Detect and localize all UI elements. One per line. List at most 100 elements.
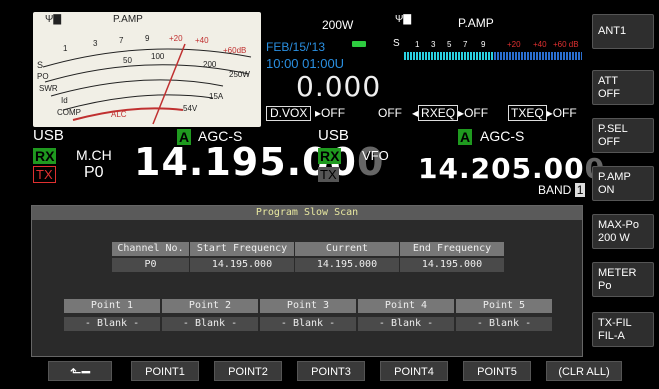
sub-mode: USB: [318, 127, 349, 144]
sub-s-bar-cyan: [404, 52, 494, 60]
vfo-label: VFO: [362, 148, 389, 163]
point5-button[interactable]: POINT5: [463, 361, 531, 381]
meter-tick: 54V: [183, 104, 198, 113]
meter-tick: 1: [63, 44, 68, 53]
sub-s-tick: 7: [463, 40, 468, 49]
meter-label-s: S: [37, 60, 44, 70]
txeq-toggle[interactable]: TXEQ ▸OFF: [508, 105, 577, 121]
cell-point-1[interactable]: - Blank -: [64, 317, 160, 331]
ant1-button[interactable]: ANT1: [592, 14, 654, 49]
point1-button[interactable]: POINT1: [131, 361, 199, 381]
meter-button[interactable]: METER Po: [592, 262, 654, 297]
meter-tick: 7: [119, 36, 124, 45]
max-po-button-label: MAX-Po: [598, 218, 639, 231]
main-rx-indicator: RX: [33, 148, 57, 166]
header-channel: Channel No.: [112, 242, 189, 256]
header-point-1: Point 1: [64, 299, 160, 313]
channel-header-row: Channel No. Start Frequency Current End …: [112, 242, 504, 256]
meter-button-value: Po: [598, 279, 612, 292]
sub-antenna-icon: Ψ▇: [395, 14, 412, 25]
meter-pamp-label: P.AMP: [113, 14, 143, 25]
max-po-button[interactable]: MAX-Po 200 W: [592, 214, 654, 249]
sub-s-tick: 1: [415, 40, 420, 49]
band-number: 1: [574, 183, 586, 197]
mch-label: M.CH: [76, 147, 112, 163]
header-start: Start Frequency: [190, 242, 294, 256]
sub-s-tick: 3: [431, 40, 436, 49]
meter-tick: 9: [145, 34, 150, 43]
dialog-title: Program Slow Scan: [32, 206, 582, 220]
pamp-button-label: P.AMP: [598, 170, 631, 183]
sub-s-scale: S 1 3 5 7 9 +20 +40 +60 dB: [393, 38, 585, 50]
sub-agc-a-label: A: [458, 129, 473, 145]
cell-end: 14.195.000: [400, 258, 504, 272]
meter-tick: +20: [169, 34, 183, 43]
dvox-state: ▸OFF: [315, 106, 346, 120]
band-indicator: BAND 1: [538, 183, 586, 197]
pamp-button[interactable]: P.AMP ON: [592, 166, 654, 201]
cell-start: 14.195.000: [190, 258, 294, 272]
clear-all-button[interactable]: (CLR ALL): [546, 361, 622, 381]
psel-button-value: OFF: [598, 135, 620, 148]
mch-channel: P0: [84, 164, 104, 181]
back-button[interactable]: ⬑━: [48, 361, 112, 381]
back-arrow-icon: ⬑━: [69, 364, 91, 380]
cell-point-5[interactable]: - Blank -: [456, 317, 552, 331]
att-button[interactable]: ATT OFF: [592, 70, 654, 105]
meter-tick: +40: [195, 36, 209, 45]
tx-fil-button-value: FIL-A: [598, 329, 625, 342]
channel-value-row: P0 14.195.000 14.195.000 14.195.000: [112, 258, 504, 272]
att-button-value: OFF: [598, 87, 620, 100]
main-frequency: 14.195.000: [134, 140, 384, 184]
sub-s-tick: +40: [533, 40, 547, 49]
date-display: FEB/15/'13: [266, 40, 325, 54]
meter-tick: 200: [203, 60, 217, 69]
sub-rx-indicator: RX: [318, 148, 342, 166]
sub-s-tick: 5: [447, 40, 452, 49]
meter-tick: 15A: [209, 92, 224, 101]
tx-fil-button[interactable]: TX-FIL FIL-A: [592, 312, 654, 347]
main-rx-label: RX: [33, 148, 57, 164]
meter-label-id: Id: [61, 96, 68, 105]
meter-button-label: METER: [598, 266, 637, 279]
band-label: BAND: [538, 183, 572, 197]
main-mode: USB: [33, 127, 64, 144]
sub-pamp-label: P.AMP: [458, 16, 494, 30]
time-display: 10:00 01:00U: [266, 56, 345, 71]
battery-icon: [352, 41, 366, 47]
main-tx-label: TX: [33, 166, 56, 183]
sub-frequency-digits: 14.205.00: [418, 152, 585, 185]
sub-rx-label: RX: [318, 148, 342, 164]
meter-antenna-icon: Ψ▇: [45, 14, 62, 25]
point4-button[interactable]: POINT4: [380, 361, 448, 381]
analog-meter: Ψ▇ P.AMP S PO SWR Id COMP ALC 1 3 7 9 +2…: [33, 12, 261, 127]
header-end: End Frequency: [400, 242, 504, 256]
program-slow-scan-dialog: Program Slow Scan Channel No. Start Freq…: [31, 205, 583, 357]
sub-s-tick: +60 dB: [553, 40, 579, 49]
meter-label-alc: ALC: [111, 110, 127, 119]
meter-tick: 50: [123, 56, 132, 65]
main-tx-indicator: TX: [33, 166, 56, 184]
meter-tick: 3: [93, 39, 98, 48]
dvox-label[interactable]: D.VOX: [266, 106, 312, 121]
point-header-row: Point 1 Point 2 Point 3 Point 4 Point 5: [64, 299, 552, 313]
tx-fil-button-label: TX-FIL: [598, 316, 632, 329]
rxeq-toggle[interactable]: ◂ RXEQ ▸OFF: [412, 105, 488, 121]
cell-point-4[interactable]: - Blank -: [358, 317, 454, 331]
cell-point-2[interactable]: - Blank -: [162, 317, 258, 331]
sub-frequency: 14.205.000: [418, 152, 605, 185]
sub-s-tick: 9: [481, 40, 486, 49]
pamp-button-value: ON: [598, 183, 615, 196]
psel-button[interactable]: P.SEL OFF: [592, 118, 654, 153]
meter-tick: 250W: [229, 70, 250, 79]
point2-button[interactable]: POINT2: [214, 361, 282, 381]
cell-point-3[interactable]: - Blank -: [260, 317, 356, 331]
rx-off-label: OFF: [378, 106, 402, 120]
psel-button-label: P.SEL: [598, 122, 628, 135]
point3-button[interactable]: POINT3: [297, 361, 365, 381]
header-point-2: Point 2: [162, 299, 258, 313]
meter-label-swr: SWR: [39, 84, 58, 93]
freq-offset: 0.000: [296, 70, 382, 103]
header-current: Current: [295, 242, 399, 256]
header-point-3: Point 3: [260, 299, 356, 313]
